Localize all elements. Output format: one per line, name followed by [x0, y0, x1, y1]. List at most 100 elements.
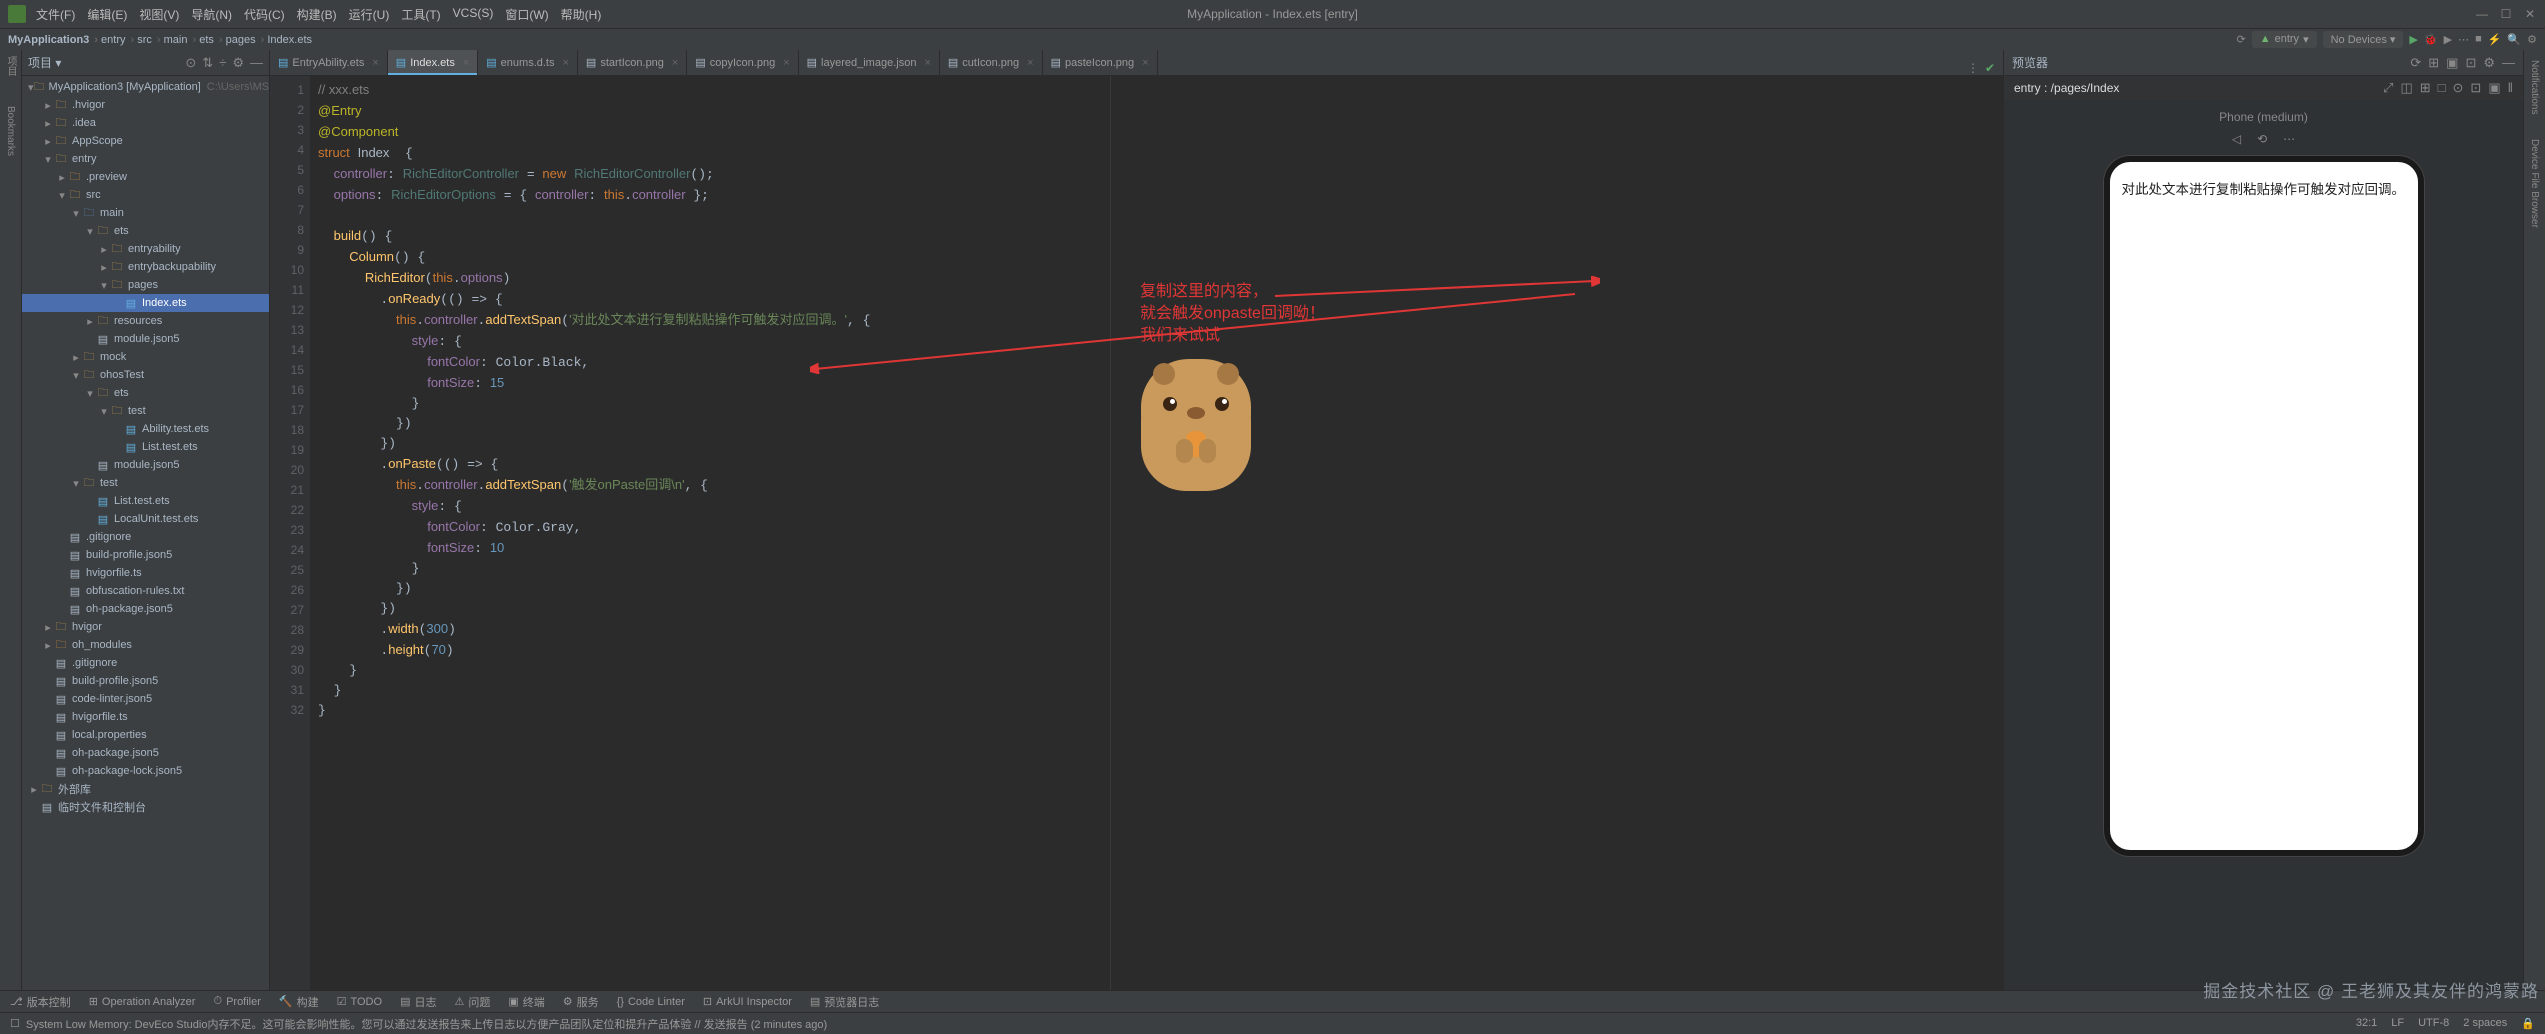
bottom-tool-终端[interactable]: ▣ 终端 — [508, 994, 544, 1010]
device-back-icon[interactable]: ◁ — [2232, 132, 2241, 146]
tree-node[interactable]: ▾🗀test — [22, 402, 269, 420]
locate-icon[interactable]: ⊙ — [185, 55, 196, 71]
prev-hide-icon[interactable]: — — [2502, 55, 2515, 71]
prev-t3-icon[interactable]: ⊞ — [2420, 80, 2431, 96]
menu-视图(V)[interactable]: 视图(V) — [133, 6, 185, 23]
bottom-tool-日志[interactable]: ▤ 日志 — [400, 994, 436, 1010]
tree-node[interactable]: ▸🗀resources — [22, 312, 269, 330]
bottom-tool-版本控制[interactable]: ⎇ 版本控制 — [10, 994, 71, 1010]
tree-node[interactable]: ▤module.json5 — [22, 456, 269, 474]
breadcrumb-item[interactable]: ets — [199, 34, 222, 46]
minimize-button[interactable]: — — [2475, 7, 2489, 21]
device-rotate-icon[interactable]: ⟲ — [2257, 132, 2267, 146]
status-LF[interactable]: LF — [2391, 1017, 2404, 1030]
tree-node[interactable]: ▾🗀src — [22, 186, 269, 204]
editor-tab[interactable]: ▤cutIcon.png× — [940, 50, 1043, 75]
tree-node[interactable]: ▤build-profile.json5 — [22, 546, 269, 564]
tree-node[interactable]: ▸🗀entryability — [22, 240, 269, 258]
debug-icon[interactable]: 🐞 — [2424, 33, 2438, 46]
prev-refresh-icon[interactable]: ⟳ — [2410, 55, 2421, 71]
close-icon[interactable]: × — [672, 57, 678, 69]
tree-node[interactable]: ▤code-linter.json5 — [22, 690, 269, 708]
prev-t2-icon[interactable]: ◫ — [2400, 80, 2412, 96]
status-32:1[interactable]: 32:1 — [2356, 1017, 2377, 1030]
menu-窗口(W)[interactable]: 窗口(W) — [499, 6, 554, 23]
close-icon[interactable]: × — [1142, 57, 1148, 69]
tree-node[interactable]: ▤hvigorfile.ts — [22, 708, 269, 726]
bottom-tool-Profiler[interactable]: ⏱ Profiler — [213, 995, 260, 1008]
bottom-tool-问题[interactable]: ⚠ 问题 — [454, 994, 490, 1010]
more-icon[interactable]: ⚡ — [2488, 33, 2502, 46]
editor-tab[interactable]: ▤layered_image.json× — [799, 50, 940, 75]
hide-icon[interactable]: — — [250, 55, 263, 71]
bottom-tool-TODO[interactable]: ☑ TODO — [337, 995, 382, 1008]
tree-node[interactable]: ▸🗀.idea — [22, 114, 269, 132]
tree-node[interactable]: ▾🗀main — [22, 204, 269, 222]
close-button[interactable]: ✕ — [2523, 7, 2537, 21]
maximize-button[interactable]: ☐ — [2499, 7, 2513, 21]
bottom-tool-服务[interactable]: ⚙ 服务 — [563, 994, 599, 1010]
gear-icon[interactable]: ⚙ — [232, 55, 244, 71]
close-icon[interactable]: × — [924, 57, 930, 69]
code-editor[interactable]: 1234567891011121314151617181920212223242… — [270, 76, 2003, 990]
prev-t7-icon[interactable]: ▣ — [2488, 80, 2500, 96]
close-icon[interactable]: × — [783, 57, 789, 69]
menu-导航(N)[interactable]: 导航(N) — [185, 6, 238, 23]
tree-node[interactable]: ▤hvigorfile.ts — [22, 564, 269, 582]
tree-node[interactable]: ▤obfuscation-rules.txt — [22, 582, 269, 600]
prev-t5-icon[interactable]: ⊙ — [2453, 80, 2464, 96]
tree-node[interactable]: ▾🗀MyApplication3 [MyApplication]C:\Users… — [22, 78, 269, 96]
close-icon[interactable]: × — [372, 57, 378, 69]
tree-node[interactable]: ▤List.test.ets — [22, 492, 269, 510]
menu-运行(U)[interactable]: 运行(U) — [343, 6, 396, 23]
status-UTF-8[interactable]: UTF-8 — [2418, 1017, 2449, 1030]
menu-编辑(E)[interactable]: 编辑(E) — [81, 6, 133, 23]
tree-node[interactable]: ▤临时文件和控制台 — [22, 798, 269, 816]
tree-node[interactable]: ▸🗀.preview — [22, 168, 269, 186]
sync-icon[interactable]: ⟳ — [2236, 33, 2245, 46]
tree-node[interactable]: ▸🗀entrybackupability — [22, 258, 269, 276]
entry-config-select[interactable]: ▲ entry ▾ — [2252, 31, 2317, 48]
tree-node[interactable]: ▾🗀test — [22, 474, 269, 492]
tree-node[interactable]: ▤.gitignore — [22, 654, 269, 672]
prev-t8-icon[interactable]: ‖ — [2508, 80, 2513, 96]
close-icon[interactable]: × — [1027, 57, 1033, 69]
project-rail-button[interactable]: 项目 — [3, 56, 18, 76]
breadcrumb-item[interactable]: pages — [226, 34, 265, 46]
tree-node[interactable]: ▾🗀pages — [22, 276, 269, 294]
bottom-tool-预览器日志[interactable]: ▤ 预览器日志 — [810, 994, 879, 1010]
editor-tab[interactable]: ▤startIcon.png× — [578, 50, 687, 75]
bottom-tool-Operation Analyzer[interactable]: ⊞ Operation Analyzer — [89, 995, 196, 1008]
device-select[interactable]: No Devices ▾ — [2323, 31, 2404, 48]
tree-node[interactable]: ▤LocalUnit.test.ets — [22, 510, 269, 528]
attach-icon[interactable]: ⋯ — [2458, 33, 2469, 46]
run-icon[interactable]: ▶ — [2409, 33, 2417, 46]
close-icon[interactable]: × — [562, 57, 568, 69]
phone-content[interactable]: 对此处文本进行复制粘贴操作可触发对应回调。 — [2122, 180, 2406, 200]
breadcrumb-item[interactable]: entry — [101, 34, 134, 46]
prev-t6-icon[interactable]: ⊡ — [2470, 80, 2481, 96]
tree-node[interactable]: ▾🗀ohosTest — [22, 366, 269, 384]
tree-node[interactable]: ▾🗀ets — [22, 384, 269, 402]
menu-VCS(S)[interactable]: VCS(S) — [447, 6, 500, 23]
tree-node[interactable]: ▸🗀oh_modules — [22, 636, 269, 654]
menu-构建(B)[interactable]: 构建(B) — [291, 6, 343, 23]
tree-node[interactable]: ▤local.properties — [22, 726, 269, 744]
editor-tab[interactable]: ▤enums.d.ts× — [478, 50, 578, 75]
coverage-icon[interactable]: ▶ — [2444, 33, 2452, 46]
expand-icon[interactable]: ⇅ — [202, 55, 213, 71]
breadcrumb-item[interactable]: Index.ets — [267, 34, 312, 46]
prev-t1-icon[interactable]: ⤢ — [2383, 80, 2393, 96]
breadcrumb-item[interactable]: src — [137, 34, 160, 46]
tree-node[interactable]: ▤module.json5 — [22, 330, 269, 348]
project-tree[interactable]: ▾🗀MyApplication3 [MyApplication]C:\Users… — [22, 76, 269, 990]
editor-tab[interactable]: ▤Index.ets× — [388, 50, 478, 75]
bottom-tool-构建[interactable]: 🔨 构建 — [279, 994, 319, 1010]
prev-t4-icon[interactable]: □ — [2438, 80, 2446, 96]
prev-tool4-icon[interactable]: ⊡ — [2465, 55, 2476, 71]
menu-帮助(H)[interactable]: 帮助(H) — [555, 6, 608, 23]
status-2 spaces[interactable]: 2 spaces — [2463, 1017, 2507, 1030]
tree-node[interactable]: ▸🗀.hvigor — [22, 96, 269, 114]
breadcrumb-item[interactable]: MyApplication3 — [8, 34, 98, 46]
bookmarks-rail-button[interactable]: Bookmarks — [5, 106, 16, 156]
